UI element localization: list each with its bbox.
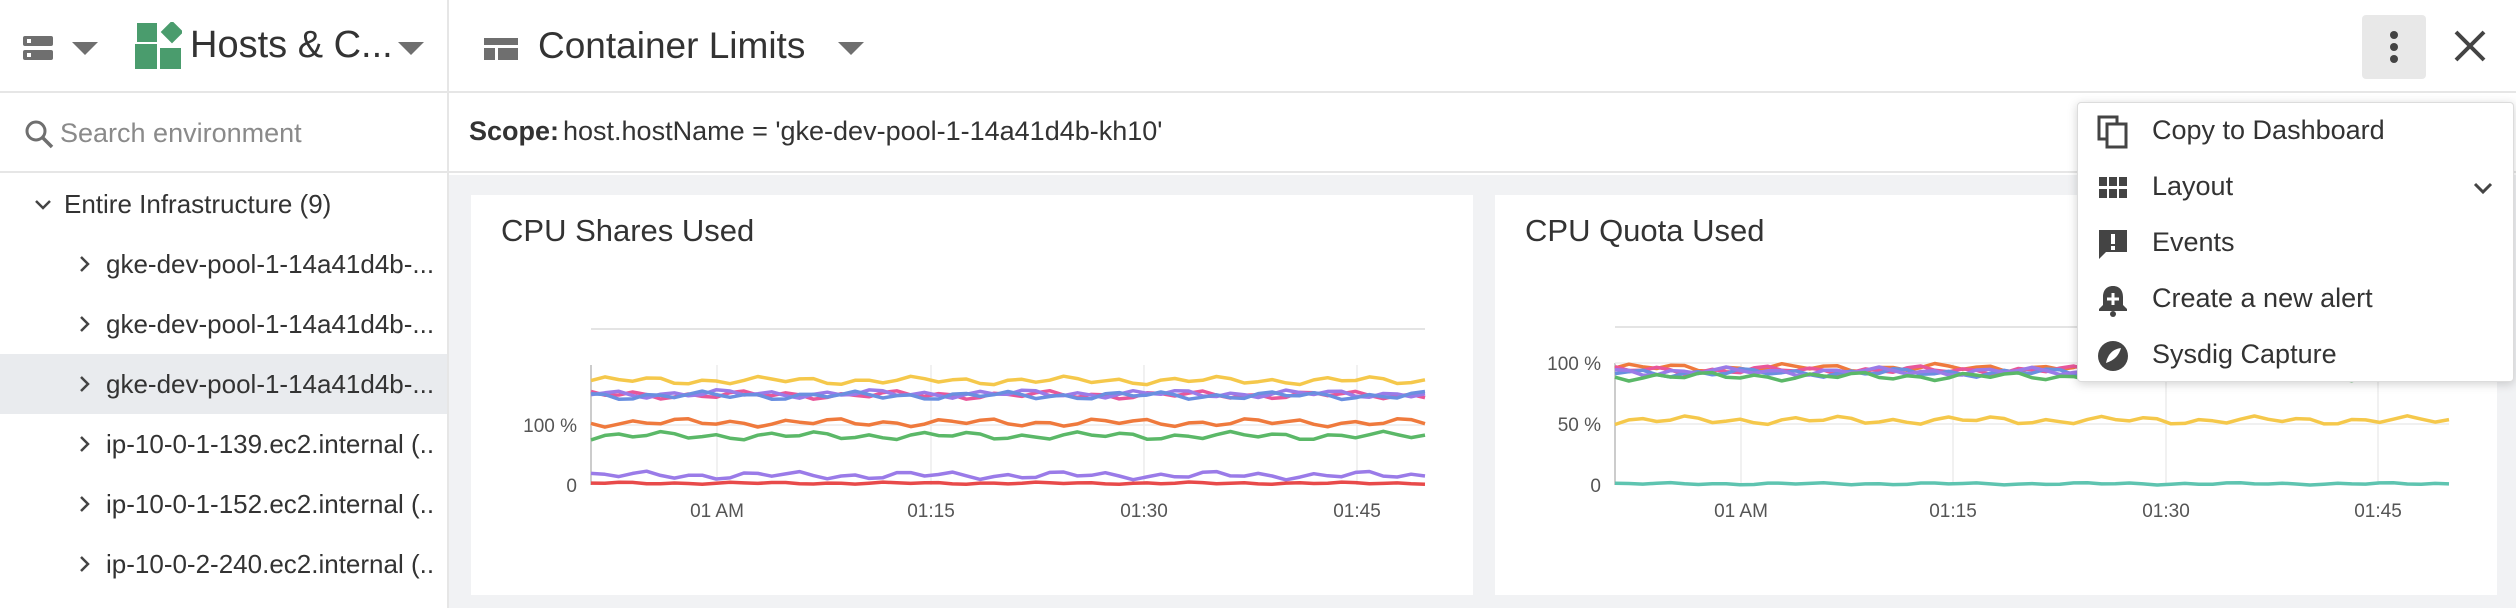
menu-item-label: Events — [2152, 227, 2235, 257]
more-vertical-icon — [2390, 31, 2398, 39]
chevron-right-icon[interactable] — [76, 555, 94, 573]
app-window: Hosts & C... Container Limits Search env… — [0, 0, 2516, 608]
tree-item-label: ip-10-0-2-240.ec2.internal (... — [106, 549, 436, 579]
y-tick-label: 0 — [566, 476, 577, 497]
capture-icon — [2098, 341, 2128, 371]
chevron-down-icon[interactable] — [2472, 177, 2494, 199]
panel-title: CPU Quota Used — [1525, 213, 1765, 248]
y-tick-label: 100 % — [1547, 354, 1601, 375]
menu-item-create-alert[interactable]: Create a new alert — [2078, 271, 2513, 327]
y-tick-label: 50 % — [1558, 415, 1601, 436]
scope-label: Scope: — [469, 116, 560, 146]
y-tick-label: 0 — [1590, 476, 1601, 497]
tree-item-host[interactable]: ip-10-0-2-240.ec2.internal (... — [0, 534, 447, 594]
menu-item-label: Sysdig Capture — [2152, 339, 2337, 369]
dashboard-title[interactable]: Container Limits — [538, 25, 805, 67]
tree-item-host[interactable]: ip-10-0-1-139.ec2.internal (... — [0, 414, 447, 474]
chevron-right-icon[interactable] — [76, 315, 94, 333]
series-line — [590, 429, 1426, 442]
series-line — [590, 469, 1426, 482]
dashboard-chevron-down-icon[interactable] — [838, 42, 864, 55]
chevron-right-icon[interactable] — [76, 375, 94, 393]
scope-value[interactable]: host.hostName = 'gke-dev-pool-1-14a41d4b… — [563, 116, 1162, 147]
panel-cpu-shares-used[interactable]: 0 100 % 01 AM 01:15 01:30 01:45 CPU Shares Us… — [471, 195, 1473, 595]
chevron-right-icon[interactable] — [76, 255, 94, 273]
tree-item-label: ip-10-0-1-139.ec2.internal (... — [106, 429, 436, 459]
x-tick-label: 01:15 — [1929, 501, 1977, 522]
series-line — [590, 480, 1426, 487]
chevron-down-icon[interactable] — [34, 196, 52, 214]
events-icon — [2099, 230, 2127, 259]
panel-title: CPU Shares Used — [501, 213, 755, 248]
x-tick-label: 01:30 — [2142, 501, 2190, 522]
tree-root-entire-infrastructure[interactable]: Entire Infrastructure (9) — [0, 174, 447, 234]
more-options-button[interactable] — [2362, 15, 2426, 79]
menu-item-layout[interactable]: Layout — [2078, 159, 2513, 215]
search-input[interactable] — [60, 111, 430, 155]
top-bar: Hosts & C... Container Limits — [0, 0, 2516, 93]
x-tick-label: 01 AM — [1714, 501, 1768, 522]
x-tick-label: 01:30 — [1120, 501, 1168, 522]
menu-item-label: Layout — [2152, 171, 2234, 201]
menu-item-events[interactable]: Events — [2078, 215, 2513, 271]
tree-item-label: Entire Infrastructure (9) — [64, 189, 332, 219]
layout-grid-icon — [2099, 177, 2127, 198]
tree-item-host[interactable]: ip-10-0-1-152.ec2.internal (... — [0, 474, 447, 534]
tree-item-label: gke-dev-pool-1-14a41d4b-... — [106, 369, 435, 399]
chevron-right-icon[interactable] — [76, 435, 94, 453]
series-line — [590, 374, 1426, 387]
series-line — [590, 417, 1426, 429]
tree-item-host[interactable]: gke-dev-pool-1-14a41d4b-... — [0, 234, 447, 294]
y-tick-label: 100 % — [523, 416, 577, 437]
close-icon[interactable] — [2448, 24, 2492, 68]
explore-selector: Hosts & C... — [0, 0, 449, 93]
x-tick-label: 01 AM — [690, 501, 744, 522]
menu-item-copy-to-dashboard[interactable]: Copy to Dashboard — [2078, 103, 2513, 159]
alert-bell-icon — [2099, 286, 2127, 317]
hosts-containers-icon — [135, 22, 182, 69]
menu-item-label: Copy to Dashboard — [2152, 115, 2385, 145]
series-line — [1614, 480, 2450, 487]
tree-item-label: gke-dev-pool-1-14a41d4b-... — [106, 309, 435, 339]
tree-item-label: ip-10-0-1-152.ec2.internal (... — [106, 489, 436, 519]
chevron-right-icon[interactable] — [76, 495, 94, 513]
menu-item-sysdig-capture[interactable]: Sysdig Capture — [2078, 327, 2513, 383]
server-list-icon[interactable] — [22, 34, 54, 62]
copy-icon — [2097, 115, 2128, 149]
tree-item-host-selected[interactable]: gke-dev-pool-1-14a41d4b-... — [0, 354, 447, 414]
x-tick-label: 01:15 — [907, 501, 955, 522]
menu-item-label: Create a new alert — [2152, 283, 2373, 313]
dashboard-icon — [484, 38, 518, 60]
grouping-chevron-down-icon[interactable] — [72, 42, 98, 55]
cpu-shares-chart: 0 100 % 01 AM 01:15 01:30 01:45 — [523, 328, 1426, 522]
hosts-containers-title[interactable]: Hosts & C... — [190, 24, 390, 67]
x-tick-label: 01:45 — [2354, 501, 2402, 522]
search-bar — [0, 93, 447, 173]
tree-item-label: gke-dev-pool-1-14a41d4b-... — [106, 249, 435, 279]
more-options-menu: Copy to Dashboard Layout Events Create a… — [2077, 102, 2514, 382]
series-line — [1614, 414, 2450, 427]
tree-item-host[interactable]: gke-dev-pool-1-14a41d4b-... — [0, 294, 447, 354]
search-icon — [25, 120, 54, 149]
x-tick-label: 01:45 — [1333, 501, 1381, 522]
hosts-chevron-down-icon[interactable] — [398, 42, 424, 55]
sidebar: Entire Infrastructure (9) gke-dev-pool-1… — [0, 93, 449, 608]
